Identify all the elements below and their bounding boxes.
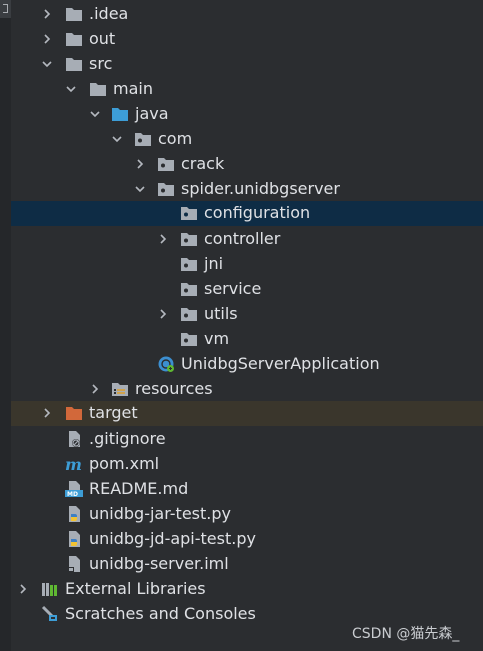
folder-icon <box>65 55 83 73</box>
tree-item-label: unidbg-jd-api-test.py <box>89 529 256 548</box>
svg-text:m: m <box>65 455 82 473</box>
markdown-icon: MD <box>65 480 83 498</box>
tree-item-target[interactable]: target <box>11 401 483 426</box>
package-icon <box>180 305 198 323</box>
tree-item-label: Scratches and Consoles <box>65 604 256 623</box>
package-icon <box>180 280 198 298</box>
tree-item-label: UnidbgServerApplication <box>181 354 380 373</box>
tree-item-crack[interactable]: crack <box>11 152 483 177</box>
package-icon <box>157 155 175 173</box>
tree-item-label: External Libraries <box>65 579 206 598</box>
chevron-down-icon[interactable] <box>41 58 53 70</box>
tree-item-label: unidbg-server.iml <box>89 554 229 573</box>
tree-item-label: out <box>89 29 116 48</box>
tree-item-label: service <box>204 279 262 298</box>
tree-item-configuration[interactable]: configuration <box>11 201 483 226</box>
chevron-right-icon[interactable] <box>157 308 169 320</box>
excluded-folder-icon <box>65 404 83 422</box>
tree-item-service[interactable]: service <box>11 277 483 302</box>
package-icon <box>180 230 198 248</box>
maven-icon: m <box>65 455 83 473</box>
chevron-right-icon[interactable] <box>134 158 146 170</box>
package-icon <box>180 204 198 222</box>
tree-item-main[interactable]: main <box>11 77 483 102</box>
tree-item-unidbgserverapplication[interactable]: UnidbgServerApplication <box>11 352 483 377</box>
chevron-down-icon[interactable] <box>89 108 101 120</box>
chevron-down-icon[interactable] <box>65 83 77 95</box>
tree-item-label: target <box>89 403 138 422</box>
gutter-tab-marker[interactable] <box>0 0 11 18</box>
chevron-right-icon[interactable] <box>41 407 53 419</box>
watermark: CSDN @猫先森_ <box>352 626 460 642</box>
tree-item-utils[interactable]: utils <box>11 302 483 327</box>
tree-item-unidbg-server-iml[interactable]: unidbg-server.iml <box>11 552 483 577</box>
python-file-icon <box>65 530 83 548</box>
tree-item-label: main <box>113 79 153 98</box>
tree-item-label: unidbg-jar-test.py <box>89 504 231 523</box>
tree-item-idea[interactable]: .idea <box>11 2 483 27</box>
tree-item-resources[interactable]: resources <box>11 377 483 402</box>
tree-item-label: controller <box>204 229 281 248</box>
tree-item-label: spider.unidbgserver <box>181 179 340 198</box>
tree-item-unidbg-jd-api-test[interactable]: unidbg-jd-api-test.py <box>11 527 483 552</box>
tree-item-label: jni <box>204 254 224 273</box>
package-icon <box>134 130 152 148</box>
tree-item-external-libraries[interactable]: External Libraries <box>11 577 483 602</box>
tree-item-label: crack <box>181 154 225 173</box>
chevron-right-icon[interactable] <box>17 583 29 595</box>
chevron-right-icon[interactable] <box>41 8 53 20</box>
folder-icon <box>65 5 83 23</box>
library-icon <box>41 580 59 598</box>
svg-text:MD: MD <box>67 491 78 498</box>
chevron-down-icon[interactable] <box>134 183 146 195</box>
tree-item-unidbg-jar-test[interactable]: unidbg-jar-test.py <box>11 502 483 527</box>
spring-boot-class-icon <box>157 355 175 373</box>
chevron-right-icon[interactable] <box>89 383 101 395</box>
tree-item-jni[interactable]: jni <box>11 252 483 277</box>
resources-folder-icon <box>111 380 129 398</box>
tree-item-label: src <box>89 54 113 73</box>
tree-item-label: com <box>158 129 193 148</box>
tree-item-label: .idea <box>89 4 129 23</box>
tree-item-gitignore[interactable]: .gitignore <box>11 427 483 452</box>
folder-icon <box>89 80 107 98</box>
python-file-icon <box>65 505 83 523</box>
tree-item-controller[interactable]: controller <box>11 227 483 252</box>
tree-item-label: java <box>135 104 169 123</box>
folder-icon <box>65 30 83 48</box>
tree-item-out[interactable]: out <box>11 27 483 52</box>
module-file-icon <box>65 555 83 573</box>
tree-item-spider-unidbgserver[interactable]: spider.unidbgserver <box>11 177 483 202</box>
tree-item-label: resources <box>135 379 213 398</box>
tree-item-label: vm <box>204 329 230 348</box>
tree-item-label: configuration <box>204 203 311 222</box>
tree-item-label: README.md <box>89 479 189 498</box>
tree-item-label: pom.xml <box>89 454 160 473</box>
chevron-down-icon[interactable] <box>111 133 123 145</box>
package-icon <box>180 255 198 273</box>
tree-item-com[interactable]: com <box>11 127 483 152</box>
left-gutter <box>0 0 11 651</box>
chevron-right-icon[interactable] <box>157 233 169 245</box>
tree-item-pom-xml[interactable]: m pom.xml <box>11 452 483 477</box>
package-icon <box>157 180 175 198</box>
chevron-right-icon[interactable] <box>41 33 53 45</box>
tree-item-readme[interactable]: MD README.md <box>11 477 483 502</box>
tree-item-vm[interactable]: vm <box>11 327 483 352</box>
tree-item-java[interactable]: java <box>11 102 483 127</box>
ignored-file-icon <box>65 430 83 448</box>
package-icon <box>180 330 198 348</box>
tree-item-src[interactable]: src <box>11 52 483 77</box>
source-folder-icon <box>111 105 129 123</box>
scratches-icon <box>41 605 59 623</box>
tree-item-label: .gitignore <box>89 429 166 448</box>
tree-item-label: utils <box>204 304 238 323</box>
